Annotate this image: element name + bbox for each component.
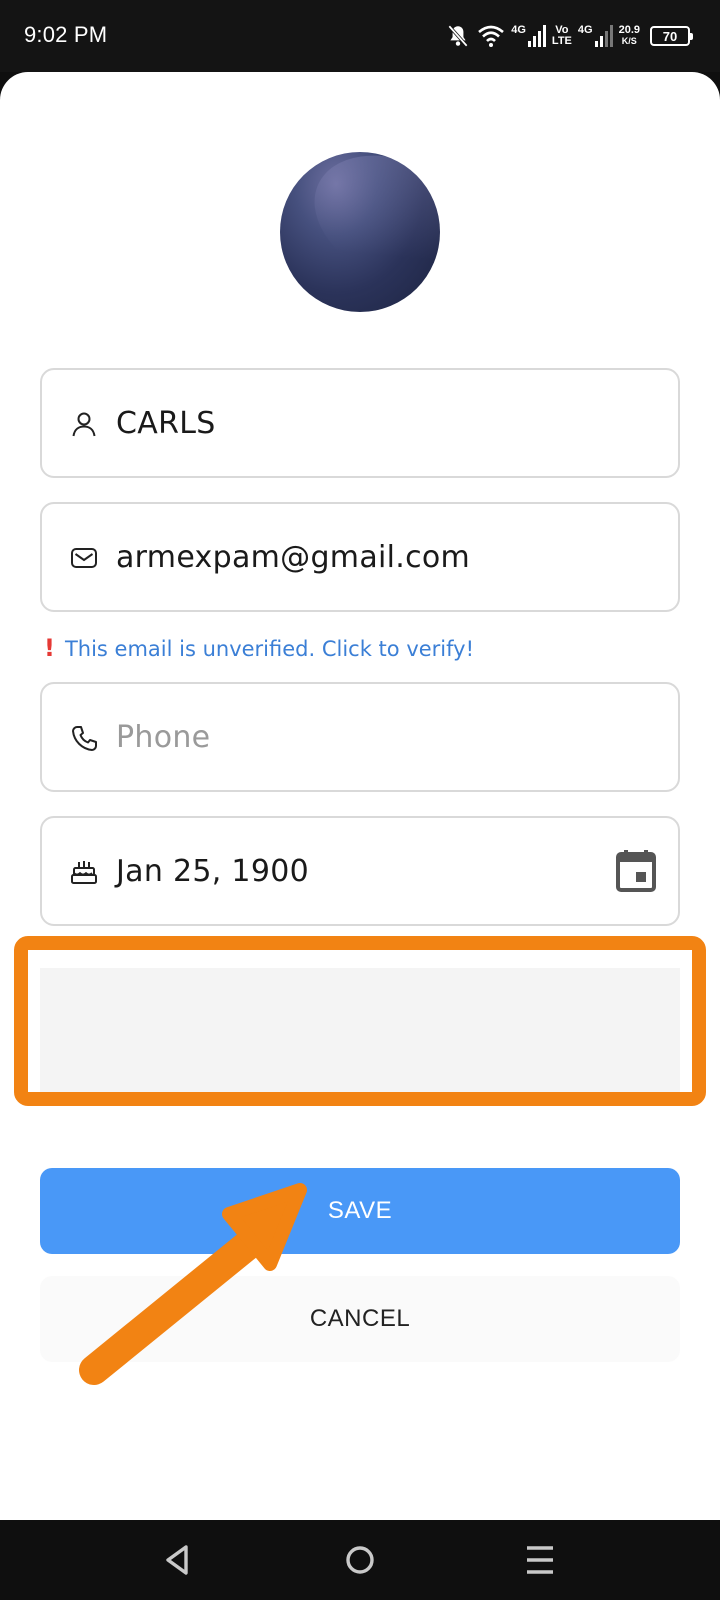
network-4g-indicator-1: 4G [511, 25, 546, 47]
status-time: 9:02 PM [24, 22, 108, 47]
system-nav-bar [0, 1520, 720, 1600]
calendar-icon[interactable] [616, 850, 656, 892]
back-triangle-icon[interactable] [156, 1538, 200, 1582]
person-icon [72, 412, 96, 437]
network-type-label: 4G [577, 24, 593, 36]
network-speed-value: 20.9 [618, 24, 640, 36]
network-speed: 20.9 K/S [619, 25, 640, 47]
network-4g-indicator-2: 4G [578, 25, 613, 47]
edit-profile-sheet: CARLS armexpam@gmail.com ! This email is … [0, 72, 720, 1520]
wifi-icon [478, 25, 505, 47]
status-icons: 4G Vo LTE 4G 20.9 K/S 70 [445, 18, 693, 54]
email-verify-link[interactable]: ! This email is unverified. Click to veri… [44, 634, 474, 662]
name-value: CARLS [116, 406, 216, 441]
name-field[interactable]: CARLS [40, 368, 680, 478]
battery-indicator: 70 [650, 26, 693, 46]
phone-icon [72, 726, 97, 751]
cake-icon [71, 861, 97, 884]
email-value: armexpam@gmail.com [116, 540, 471, 575]
email-field[interactable]: armexpam@gmail.com [40, 502, 680, 612]
avatar[interactable] [280, 152, 440, 312]
birthday-field[interactable]: Jan 25, 1900 [40, 816, 680, 926]
warning-icon: ! [44, 634, 55, 662]
email-verify-text: This email is unverified. Click to verif… [64, 637, 475, 661]
save-button[interactable]: SAVE [40, 1168, 680, 1254]
signal-bars-icon [594, 25, 613, 47]
cancel-button[interactable]: CANCEL [40, 1276, 680, 1362]
status-bar: 9:02 PM 4G Vo LTE 4G 20.9 K/S 70 [0, 0, 720, 72]
annotation-highlight-box [14, 936, 706, 1106]
volte-bottom-label: LTE [551, 35, 572, 47]
birthday-value: Jan 25, 1900 [116, 854, 309, 889]
home-circle-icon[interactable] [338, 1538, 382, 1582]
bell-muted-icon [448, 25, 469, 47]
signal-bars-icon [527, 25, 546, 47]
mail-icon [71, 548, 97, 568]
volte-indicator: Vo LTE [552, 25, 572, 47]
network-type-label: 4G [511, 24, 526, 36]
menu-lines-icon[interactable] [518, 1538, 562, 1582]
battery-level: 70 [662, 28, 678, 44]
phone-placeholder: Phone [116, 720, 211, 755]
phone-field[interactable]: Phone [40, 682, 680, 792]
network-speed-unit: K/S [621, 36, 637, 46]
